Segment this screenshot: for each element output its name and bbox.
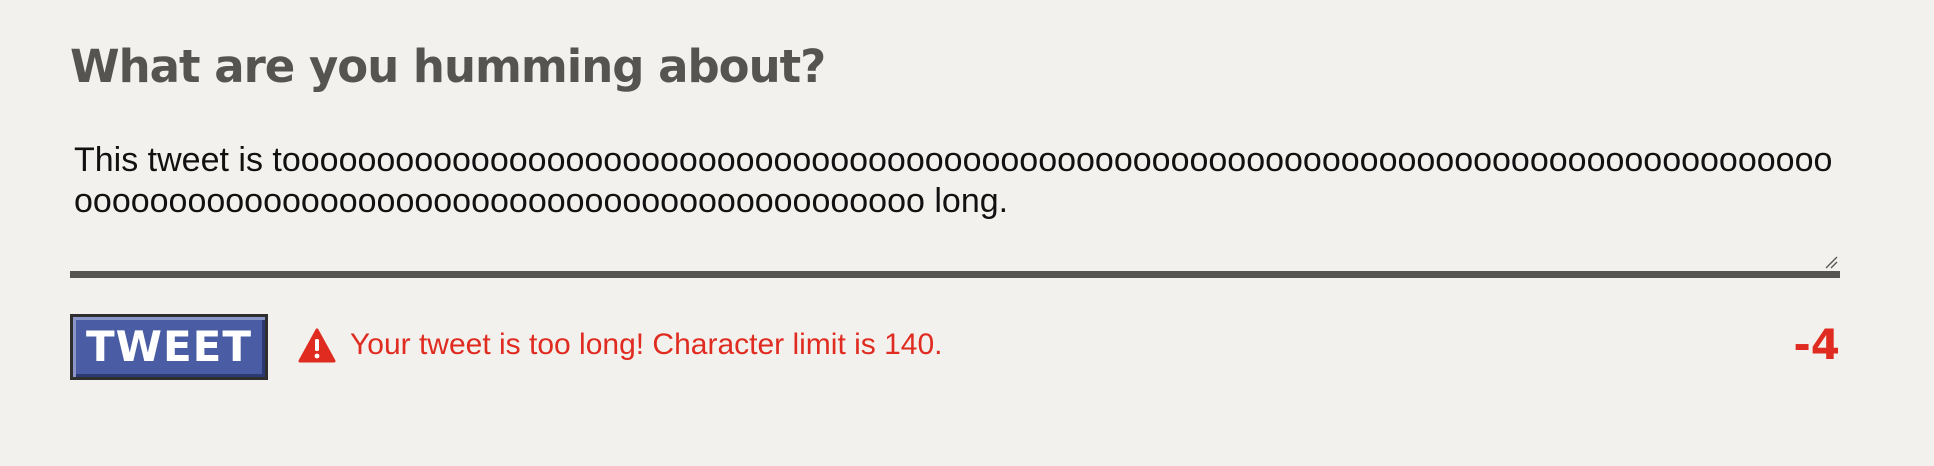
char-remaining-count: -4 (1793, 320, 1840, 369)
tweet-textarea[interactable]: This tweet is tooooooooooooooooooooooooo… (70, 134, 1840, 278)
tweet-text-value[interactable]: This tweet is tooooooooooooooooooooooooo… (74, 140, 1834, 222)
tweet-button[interactable]: TWEET (70, 314, 268, 380)
resize-grip-icon[interactable] (1824, 255, 1838, 269)
error-message: Your tweet is too long! Character limit … (350, 328, 943, 361)
composer-heading: What are you humming about? (70, 40, 826, 93)
action-row: TWEET Your tweet is too long! Character … (70, 314, 1840, 380)
warning-triangle-icon (298, 328, 336, 363)
